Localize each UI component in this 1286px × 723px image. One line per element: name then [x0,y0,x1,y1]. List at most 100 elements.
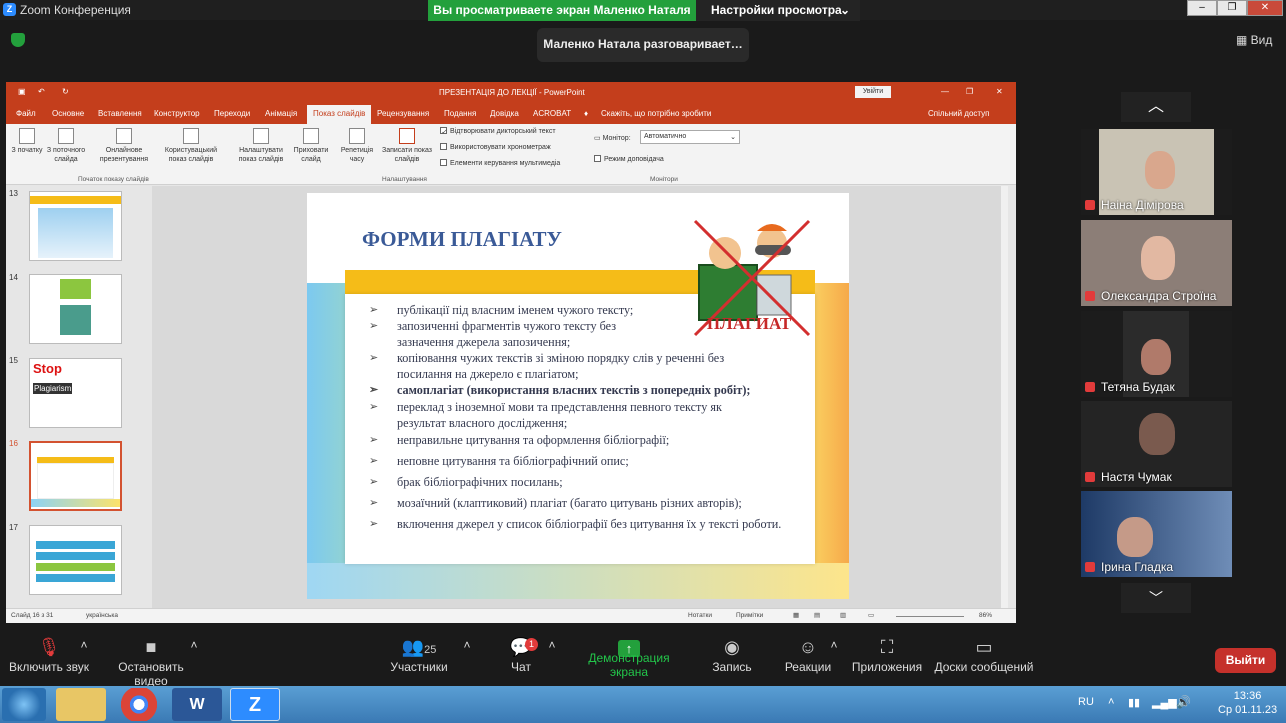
tab-file[interactable]: Файл [16,109,36,118]
participant-tile[interactable]: Тетяна Будак [1081,311,1232,397]
tab-view[interactable]: Подання [444,109,476,118]
presenter-view-checkbox[interactable]: Режим доповідача [594,155,664,163]
tab-home[interactable]: Основне [52,109,84,118]
sorter-view-icon[interactable]: ▤ [814,611,820,619]
start-button-icon[interactable] [2,688,46,721]
thumbnail-slide-13[interactable] [29,191,122,261]
share-button[interactable]: Спільний доступ [928,109,990,118]
chevron-up-icon: ˄ [548,638,556,652]
minimize-button[interactable]: – [1187,0,1217,16]
hide-label: Приховати слайд [293,147,329,163]
participant-tile[interactable]: Наіна Дімірова [1081,129,1232,215]
participants-options-chevron[interactable]: ˄ [461,638,473,652]
media-controls-checkbox[interactable]: Елементи керування мультимедіа [440,159,560,167]
undo-icon[interactable]: ↶ [38,87,45,96]
record-button[interactable]: ◉ Запись [706,632,758,674]
thumb-stop-text: Stop [33,361,62,376]
narration-checkbox[interactable]: ✓ Відтворювати дикторський текст [440,127,556,136]
security-shield-icon[interactable] [11,33,25,47]
status-bar: Слайд 16 з 31 українська Нотатки Примітк… [6,608,1016,623]
tab-transitions[interactable]: Переходи [214,109,250,118]
close-button[interactable]: ✕ [1247,0,1283,16]
ppt-close-icon[interactable]: ✕ [996,87,1003,96]
reactions-options-chevron[interactable]: ˄ [828,638,840,652]
keyboard-language[interactable]: RU [1078,696,1094,708]
view-options-dropdown[interactable]: Настройки просмотра ⌄ [696,0,860,21]
zoom-taskbar-icon[interactable]: Z [230,688,280,721]
tab-acrobat[interactable]: ACROBAT [533,109,571,118]
thumbnail-slide-17[interactable] [29,525,122,595]
apps-label: Приложения [851,660,923,674]
save-icon[interactable]: ▣ [18,87,26,96]
word-icon[interactable]: W [172,688,222,721]
share-screen-button[interactable]: ↑ Демонстрация экрана [568,632,690,685]
thumbnail-slide-16[interactable] [29,441,122,511]
participant-name-text: Настя Чумак [1101,470,1172,484]
participant-tile[interactable]: Олександра Строїна [1081,220,1232,306]
comments-button[interactable]: Примітки [736,612,763,619]
chrome-icon[interactable] [114,688,164,721]
ppt-minimize-icon[interactable]: — [941,87,949,96]
language-indicator[interactable]: українська [86,612,118,619]
rehearse-button[interactable]: Репетиція часу [334,128,380,164]
chat-button[interactable]: 💬 Чат [500,632,542,674]
custom-show-button[interactable]: Користувацький показ слайдів [156,128,226,164]
tab-design[interactable]: Конструктор [154,109,200,118]
slideshow-current-icon [58,128,74,144]
zoom-level[interactable]: 86% [979,612,992,619]
from-current-button[interactable]: З поточного слайда [42,128,90,164]
whiteboards-button[interactable]: ▭ Доски сообщений [934,632,1034,674]
setup-show-button[interactable]: Налаштувати показ слайдів [232,128,290,164]
stopwatch-icon [349,128,365,144]
maximize-button[interactable]: ❐ [1217,0,1247,16]
record-show-button[interactable]: Записати показ слайдів [378,128,436,164]
hide-slide-button[interactable]: Приховати слайд [288,128,334,164]
sign-in-button[interactable]: Увійти [855,86,891,98]
thumb-number: 16 [9,439,18,448]
thumbnail-slide-14[interactable] [29,274,122,344]
online-label: Онлайнове презентування [99,147,149,163]
reading-view-icon[interactable]: ▥ [840,611,846,619]
ppt-restore-icon[interactable]: ❐ [966,87,973,96]
participants-button[interactable]: 👥25 Участники [388,632,450,674]
monitor-select[interactable]: Автоматично ⌄ [640,130,740,144]
from-start-button[interactable]: З початку [10,128,44,155]
notes-button[interactable]: Нотатки [688,612,712,619]
file-explorer-icon[interactable] [56,688,106,721]
timings-checkbox[interactable]: Використовувати хронометраж [440,143,551,151]
normal-view-icon[interactable]: ▦ [793,611,799,619]
volume-icon[interactable]: 🔊 [1176,695,1191,709]
stop-video-button[interactable]: ■ Остановить видео [101,632,201,688]
chat-options-chevron[interactable]: ˄ [546,638,558,652]
participant-name: Ірина Гладка [1085,560,1173,574]
scroll-down-button[interactable]: ﹀ [1121,583,1191,613]
thumbnail-slide-15[interactable]: Stop Plagiarism [29,358,122,428]
signal-icon[interactable]: ▂▄▆ [1152,696,1177,709]
scroll-up-button[interactable]: ︿ [1121,92,1191,122]
thumb-number: 13 [9,189,18,198]
apps-button[interactable]: ⛶ Приложения [850,632,924,674]
online-present-button[interactable]: Онлайнове презентування [92,128,156,164]
meeting-toolbar: 🎙 Включить звук ˄ ■ Остановить видео ˄ 👥25… [0,632,1286,688]
tab-insert[interactable]: Вставлення [98,109,142,118]
bullet-item: самоплагіат (використання власних тексті… [369,382,807,398]
video-options-chevron[interactable]: ˄ [188,638,200,652]
slideshow-view-icon[interactable]: ▭ [868,611,874,619]
participant-name-text: Ірина Гладка [1101,560,1174,574]
participant-tile[interactable]: Ірина Гладка [1081,491,1232,577]
tab-slide-show[interactable]: Показ слайдів [307,105,372,124]
zoom-slider[interactable] [896,616,964,617]
system-clock[interactable]: 13:36 Ср 01.11.23 [1218,689,1277,717]
tab-help[interactable]: Довідка [490,109,519,118]
participant-tile[interactable]: Настя Чумак [1081,401,1232,487]
redo-icon[interactable]: ↻ [62,87,69,96]
tray-chevron-icon[interactable]: ˄ [1108,696,1114,708]
leave-button[interactable]: Выйти [1215,648,1276,673]
network-icon[interactable]: ▮▮ [1128,696,1140,709]
audio-options-chevron[interactable]: ˄ [78,638,90,652]
tab-animations[interactable]: Анімація [265,109,297,118]
vertical-scrollbar[interactable] [1001,186,1008,608]
view-button[interactable]: ▦ Вид [1236,33,1272,47]
tell-me-search[interactable]: Скажіть, що потрібно зробити [601,109,711,118]
tab-review[interactable]: Рецензування [377,109,429,118]
